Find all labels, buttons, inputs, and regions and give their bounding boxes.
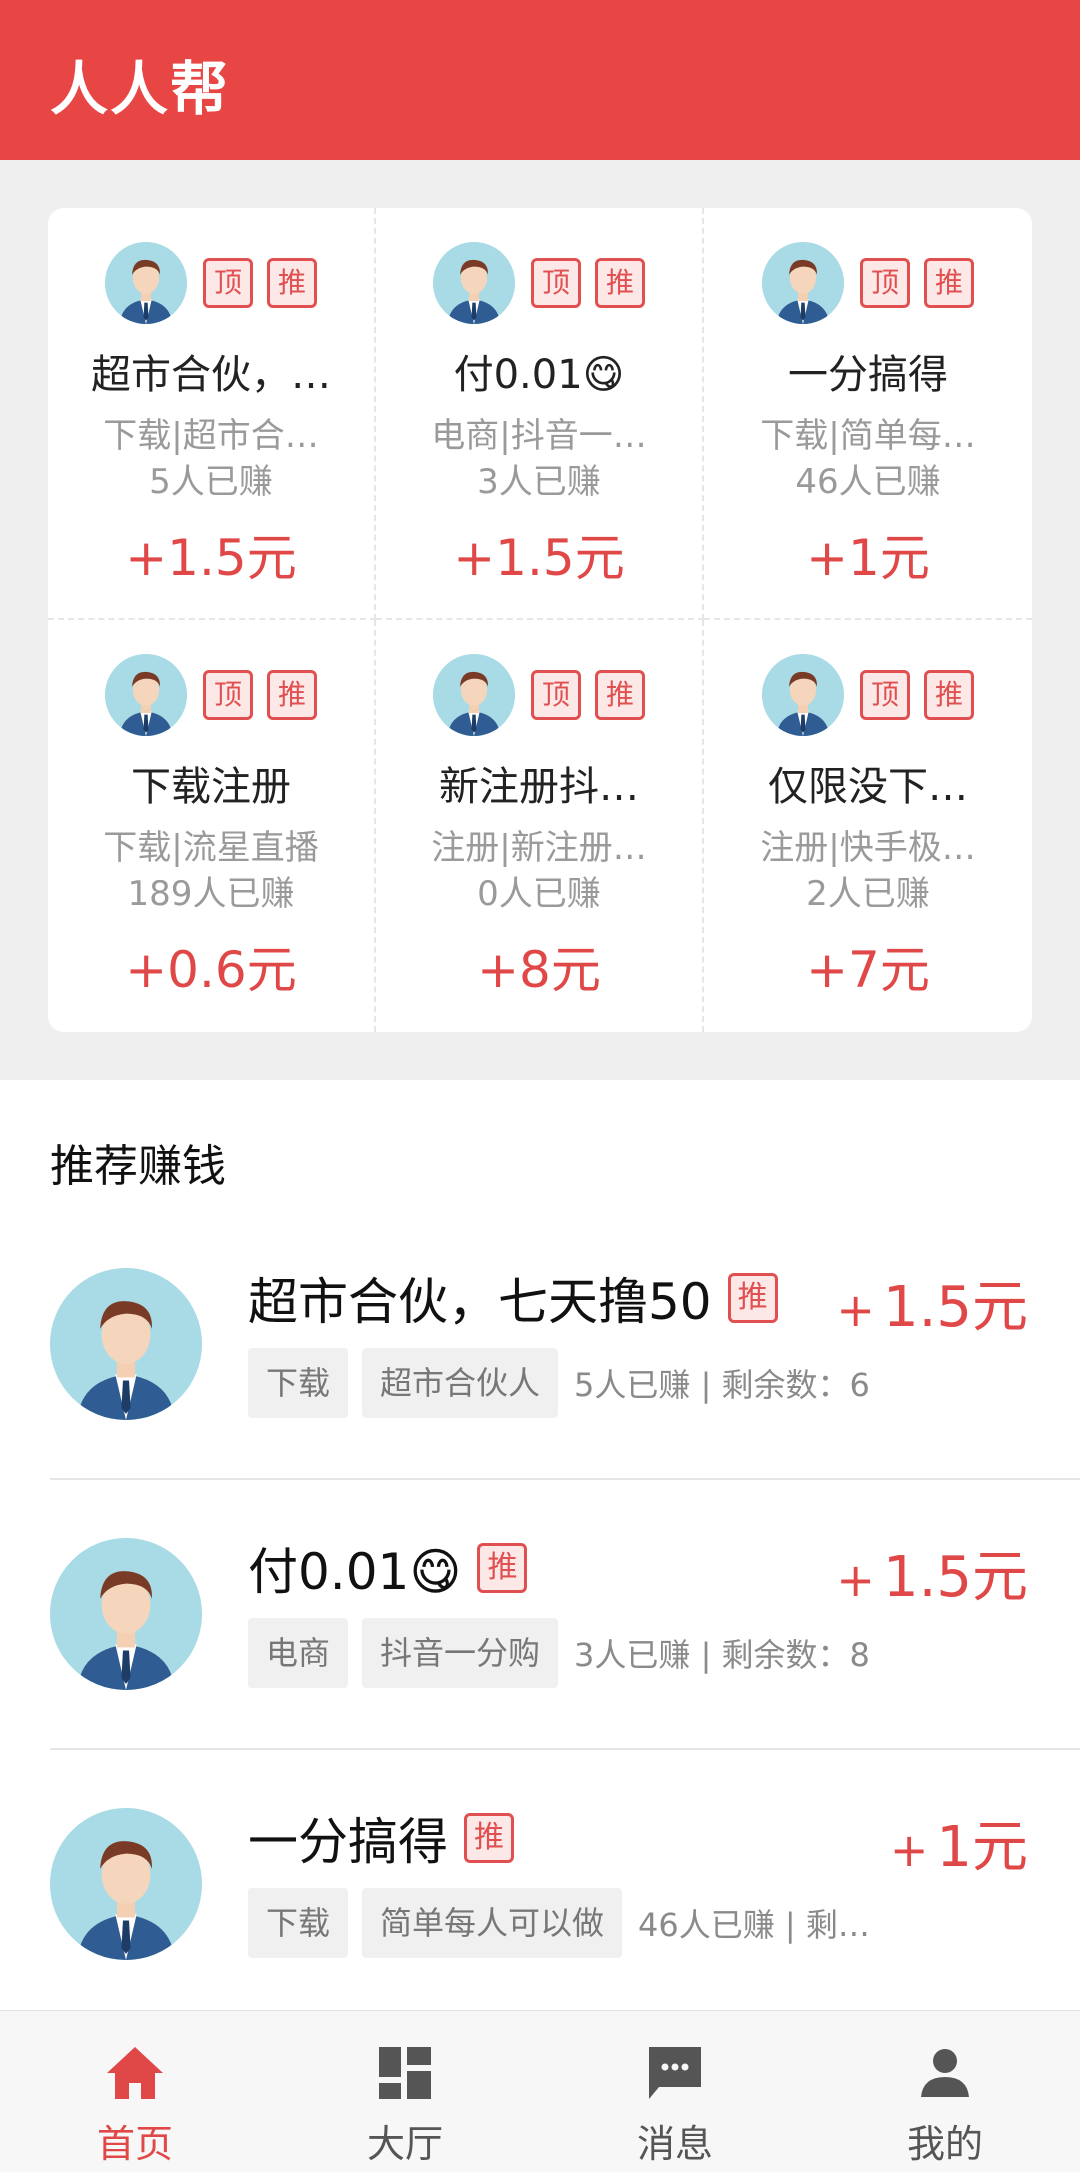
top-tag: 顶 [203,258,253,308]
tab-profile[interactable]: 我的 [810,2011,1080,2172]
task-subtitle: 下载|流星直播 [103,828,319,868]
task-earned-count: 3人已赚 [477,462,601,502]
task-earned-count: 5人已赚 [149,462,273,502]
message-icon [649,2047,701,2099]
reward-amount: 1.5元 [882,1275,1028,1340]
avatar [105,242,187,324]
task-reward: +1元 [806,529,930,587]
subcategory-chip: 超市合伙人 [362,1348,559,1418]
recommend-tag: 推 [595,258,645,308]
featured-task-card[interactable]: 顶 推 一分搞得 下载|简单每… 46人已赚 +1元 [704,208,1032,620]
category-chip: 下载 [248,1348,349,1418]
bottom-tab-bar: 首页 大厅 消息 我的 [0,2010,1080,2172]
avatar [105,654,187,736]
tab-label: 我的 [906,2122,983,2166]
task-title: 付0.01😋 [248,1543,462,1601]
task-title: 一分搞得 [788,352,948,398]
task-stats: 3人已赚 | 剩余数：8 [574,1636,870,1674]
task-earned-count: 189人已赚 [127,874,295,914]
task-title: 超市合伙，七天撸50 [248,1273,712,1331]
list-item[interactable]: 超市合伙，七天撸50 推 +1.5元 下载 超市合伙人 5人已赚 | 剩余数：6 [0,1210,1080,1480]
task-reward: +8元 [477,941,601,999]
task-reward: +7元 [806,941,930,999]
recommend-tag: 推 [477,1543,528,1593]
reward-plus: + [836,1553,875,1607]
task-reward: +1.5元 [836,1532,1028,1613]
task-title: 仅限没下… [768,764,968,810]
tab-label: 首页 [96,2122,173,2166]
top-tag: 顶 [531,670,581,720]
task-reward: +1.5元 [125,529,297,587]
avatar [762,654,844,736]
person-icon [921,2049,969,2097]
recommend-tag: 推 [595,670,645,720]
tab-hall[interactable]: 大厅 [270,2011,540,2172]
featured-task-card[interactable]: 顶 推 下载注册 下载|流星直播 189人已赚 +0.6元 [48,620,376,1032]
featured-task-card[interactable]: 顶 推 超市合伙，… 下载|超市合… 5人已赚 +1.5元 [48,208,376,620]
task-reward: +0.6元 [125,941,297,999]
recommend-tag: 推 [464,1813,514,1863]
task-subtitle: 下载|超市合… [103,416,319,456]
featured-task-card[interactable]: 顶 推 新注册抖… 注册|新注册… 0人已赚 +8元 [376,620,704,1032]
reward-amount: 1元 [936,1815,1028,1880]
avatar [433,242,515,324]
featured-task-grid: 顶 推 超市合伙，… 下载|超市合… 5人已赚 +1.5元 顶 推 付0.01😋… [48,208,1032,1032]
task-earned-count: 46人已赚 [795,462,941,502]
home-icon [107,2047,163,2099]
task-title: 下载注册 [131,764,291,810]
task-subtitle: 注册|快手极… [760,828,976,868]
reward-plus: + [889,1823,929,1877]
subcategory-chip: 简单每人可以做 [362,1888,623,1958]
recommend-tag: 推 [727,1273,778,1323]
top-tag: 顶 [203,670,253,720]
tab-messages[interactable]: 消息 [540,2011,810,2172]
task-subtitle: 电商|抖音一… [431,416,647,456]
dashboard-icon [379,2047,431,2099]
tab-label: 消息 [636,2122,713,2166]
avatar [50,1808,202,1960]
category-chip: 电商 [248,1618,349,1688]
recommend-tag: 推 [267,258,317,308]
task-reward: +1元 [890,1802,1028,1883]
task-stats: 5人已赚 | 剩余数：6 [574,1366,870,1404]
avatar [50,1268,202,1420]
tab-home[interactable]: 首页 [0,2011,270,2172]
list-item[interactable]: 付0.01😋 推 +1.5元 电商 抖音一分购 3人已赚 | 剩余数：8 [0,1480,1080,1750]
avatar [50,1538,202,1690]
top-tag: 顶 [860,670,910,720]
list-item[interactable]: 一分搞得 推 +1元 下载 简单每人可以做 46人已赚 | 剩… [0,1750,1080,2020]
task-subtitle: 注册|新注册… [431,828,647,868]
top-tag: 顶 [860,258,910,308]
featured-task-card[interactable]: 顶 推 仅限没下… 注册|快手极… 2人已赚 +7元 [704,620,1032,1032]
avatar [762,242,844,324]
task-title: 一分搞得 [248,1813,448,1871]
featured-task-card[interactable]: 顶 推 付0.01😋 电商|抖音一… 3人已赚 +1.5元 [376,208,704,620]
tab-label: 大厅 [366,2122,443,2166]
avatar [433,654,515,736]
recommend-tag: 推 [924,670,974,720]
reward-amount: 1.5元 [882,1545,1028,1610]
task-title: 新注册抖… [439,764,639,810]
task-subtitle: 下载|简单每… [760,416,976,456]
task-reward: +1.5元 [453,529,625,587]
recommend-tag: 推 [267,670,317,720]
recommend-section: 推荐赚钱 超市合伙，七天撸50 推 +1.5元 下载 超市合伙人 5人已赚 | … [0,1080,1080,2020]
app-bar: 人人帮 [0,0,1080,160]
app-title: 人人帮 [50,55,231,123]
subcategory-chip: 抖音一分购 [362,1618,559,1688]
reward-plus: + [836,1283,875,1337]
task-earned-count: 2人已赚 [806,874,930,914]
recommend-tag: 推 [924,258,974,308]
section-title: 推荐赚钱 [50,1141,226,1192]
top-tag: 顶 [531,258,581,308]
task-title: 超市合伙，… [91,352,331,398]
category-chip: 下载 [248,1888,349,1958]
task-title: 付0.01😋 [453,352,625,398]
task-earned-count: 0人已赚 [477,874,601,914]
task-stats: 46人已赚 | 剩… [638,1906,870,1944]
task-reward: +1.5元 [836,1262,1028,1343]
